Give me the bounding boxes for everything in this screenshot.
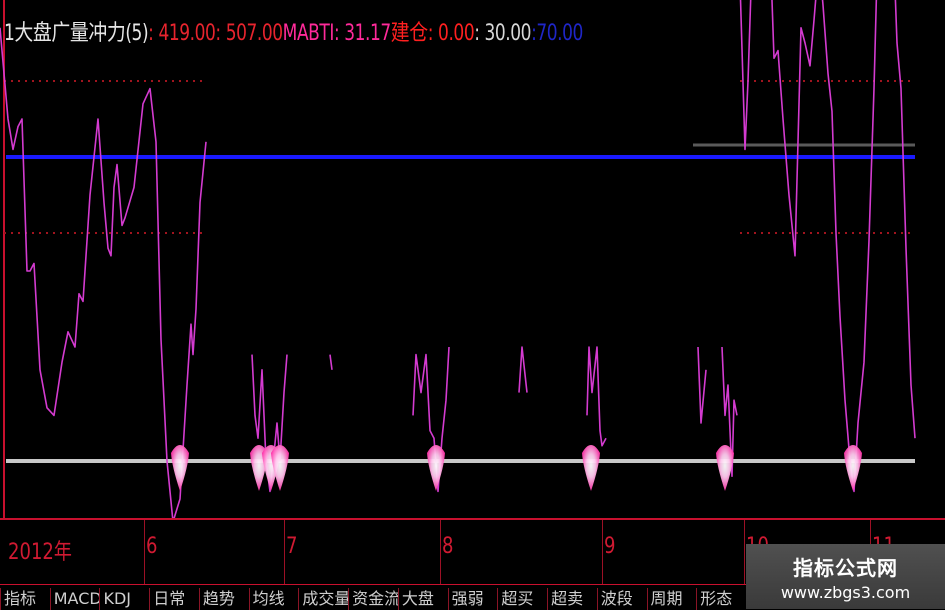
series-segment-5: [518, 346, 528, 393]
series-segment-6: [586, 346, 607, 447]
indicator-tab[interactable]: 成交量: [298, 588, 348, 610]
indicator-tab[interactable]: 强弱: [447, 588, 498, 610]
x-tick-line: [744, 520, 745, 586]
x-tick-label: 6: [146, 534, 158, 559]
mabti-series: [0, 0, 916, 518]
series-segment-8: [697, 346, 707, 424]
indicator-tab[interactable]: 形态: [696, 588, 746, 610]
series-segment-0: [0, 27, 207, 518]
watermark: 指标公式网 www.zbgs3.com: [746, 544, 945, 609]
reference-lines: [6, 143, 915, 463]
series-segment-10: [739, 0, 916, 493]
x-tick-label: 2012年: [8, 540, 72, 565]
x-tick-label: 9: [604, 534, 616, 559]
signal-marker-3: [271, 445, 289, 491]
signal-marker-0: [171, 445, 189, 491]
indicator-tab[interactable]: 周期: [646, 588, 697, 610]
x-tick-line: [284, 520, 285, 586]
signal-marker-6: [716, 445, 734, 491]
watermark-title: 指标公式网: [793, 556, 898, 580]
indicator-tab[interactable]: 超卖: [547, 588, 597, 610]
x-tick-line: [144, 520, 145, 586]
indicator-tab[interactable]: 日常: [149, 588, 199, 610]
indicator-tab[interactable]: 大盘: [397, 588, 448, 610]
indicator-tab[interactable]: MACD: [49, 588, 99, 610]
signal-marker-4: [427, 445, 445, 491]
indicator-chart[interactable]: [0, 0, 945, 518]
x-tick-label: 7: [286, 534, 298, 559]
indicator-tab[interactable]: 波段: [596, 588, 647, 610]
watermark-url: www.zbgs3.com: [780, 583, 911, 602]
x-tick-line: [440, 520, 441, 586]
signal-marker-7: [844, 445, 862, 491]
signal-markers: [171, 445, 862, 491]
indicator-tab[interactable]: 趋势: [198, 588, 249, 610]
indicator-tab[interactable]: 超买: [497, 588, 547, 610]
indicator-tab[interactable]: KDJ: [99, 588, 149, 610]
indicator-tab[interactable]: 均线: [248, 588, 299, 610]
indicator-tab[interactable]: 指标: [0, 588, 50, 610]
series-segment-2: [329, 354, 333, 370]
x-tick-line: [602, 520, 603, 586]
dotted-grid: [4, 80, 915, 234]
indicator-tab[interactable]: 资金流: [348, 588, 398, 610]
signal-marker-5: [582, 445, 600, 491]
x-tick-label: 8: [442, 534, 454, 559]
